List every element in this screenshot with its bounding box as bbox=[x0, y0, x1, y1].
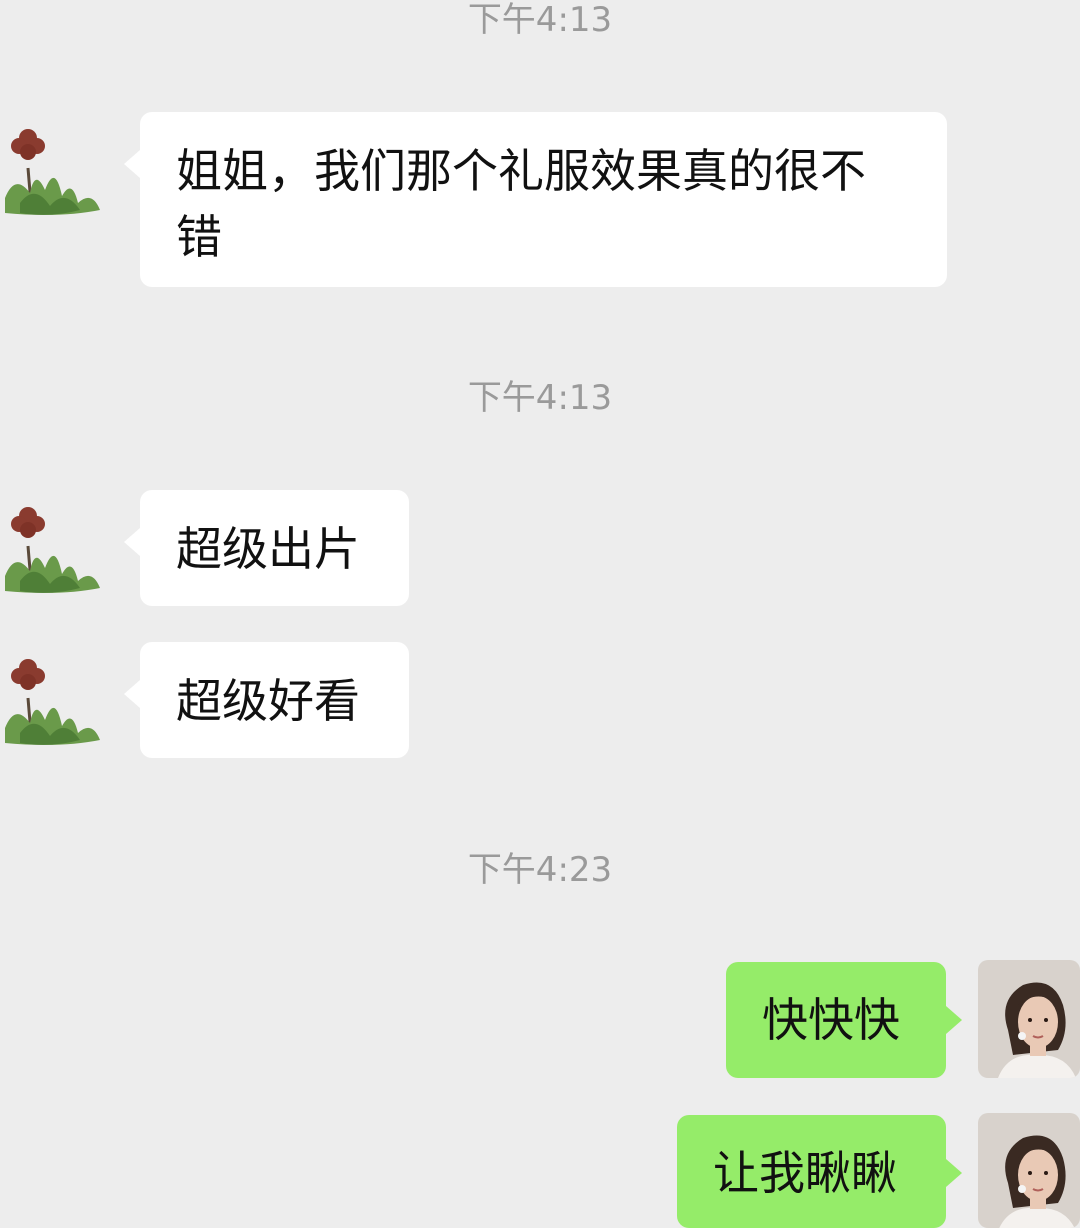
message-text: 姐姐，我们那个礼服效果真的很不错 bbox=[176, 144, 866, 264]
incoming-message[interactable]: 超级好看 bbox=[124, 642, 409, 758]
contact-avatar[interactable] bbox=[0, 118, 110, 228]
timestamp: 下午4:13 bbox=[467, 0, 613, 40]
message-text: 超级好看 bbox=[176, 674, 360, 728]
woman-portrait-icon bbox=[978, 1113, 1080, 1228]
flower-plant-icon bbox=[0, 496, 110, 606]
flower-plant-icon bbox=[0, 648, 110, 758]
timestamp: 下午4:13 bbox=[467, 378, 613, 418]
woman-portrait-icon bbox=[978, 960, 1080, 1078]
my-avatar[interactable] bbox=[978, 960, 1080, 1078]
my-avatar[interactable] bbox=[978, 1113, 1080, 1228]
message-text: 快快快 bbox=[762, 993, 900, 1047]
timestamp: 下午4:23 bbox=[467, 850, 613, 890]
outgoing-message[interactable]: 快快快 bbox=[726, 962, 962, 1078]
outgoing-message[interactable]: 让我瞅瞅 bbox=[677, 1115, 962, 1228]
incoming-message[interactable]: 姐姐，我们那个礼服效果真的很不错 bbox=[124, 112, 947, 287]
message-text: 让我瞅瞅 bbox=[713, 1146, 897, 1200]
contact-avatar[interactable] bbox=[0, 496, 110, 606]
incoming-message[interactable]: 超级出片 bbox=[124, 490, 409, 606]
message-text: 超级出片 bbox=[176, 522, 360, 576]
flower-plant-icon bbox=[0, 118, 110, 228]
contact-avatar[interactable] bbox=[0, 648, 110, 758]
